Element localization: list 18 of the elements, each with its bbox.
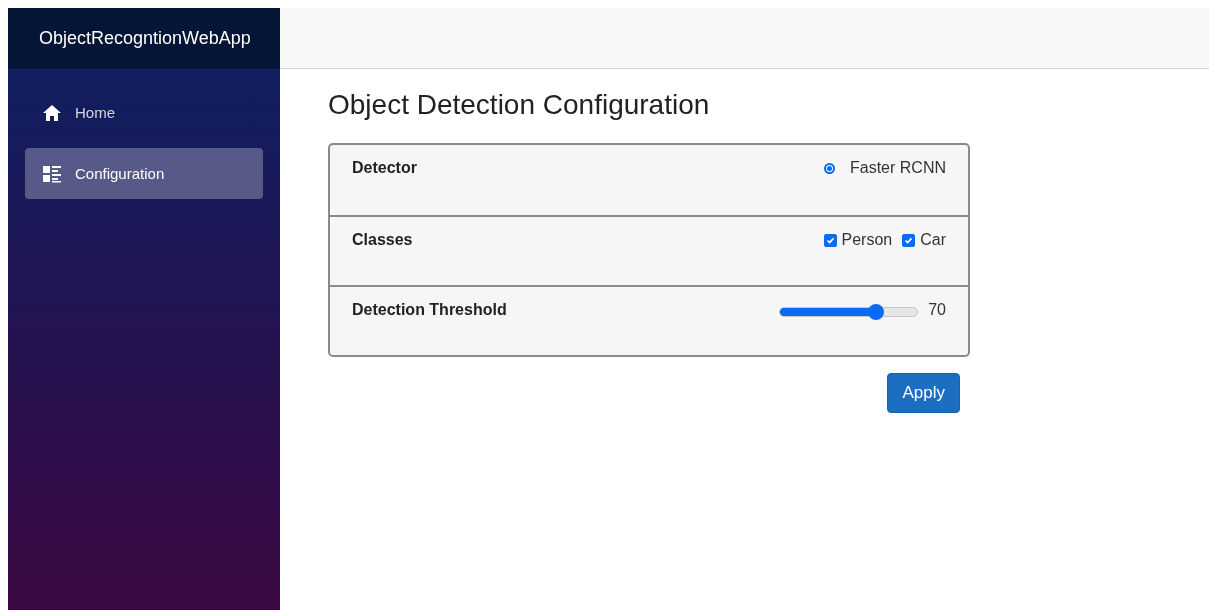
- option-label: Faster RCNN: [850, 159, 946, 177]
- nav-item[interactable]: Home: [25, 87, 263, 138]
- nav-item[interactable]: Configuration: [25, 148, 263, 199]
- checkbox[interactable]: [823, 233, 837, 247]
- list-icon: [42, 163, 62, 184]
- setting-label: Detector: [352, 159, 417, 177]
- option-label: Person: [841, 231, 893, 249]
- page-title: Object Detection Configuration: [328, 89, 710, 121]
- option-label: Car: [920, 231, 946, 249]
- apply-button[interactable]: Apply: [887, 373, 960, 413]
- slider-track[interactable]: [779, 306, 919, 317]
- setting-label: Classes: [352, 231, 413, 249]
- slider-thumb[interactable]: [868, 303, 885, 320]
- radio-button[interactable]: [824, 162, 835, 174]
- setting-label: Detection Threshold: [352, 301, 507, 319]
- checkbox[interactable]: [902, 233, 916, 247]
- home-icon: [42, 102, 62, 123]
- slider-value: 70: [928, 301, 946, 319]
